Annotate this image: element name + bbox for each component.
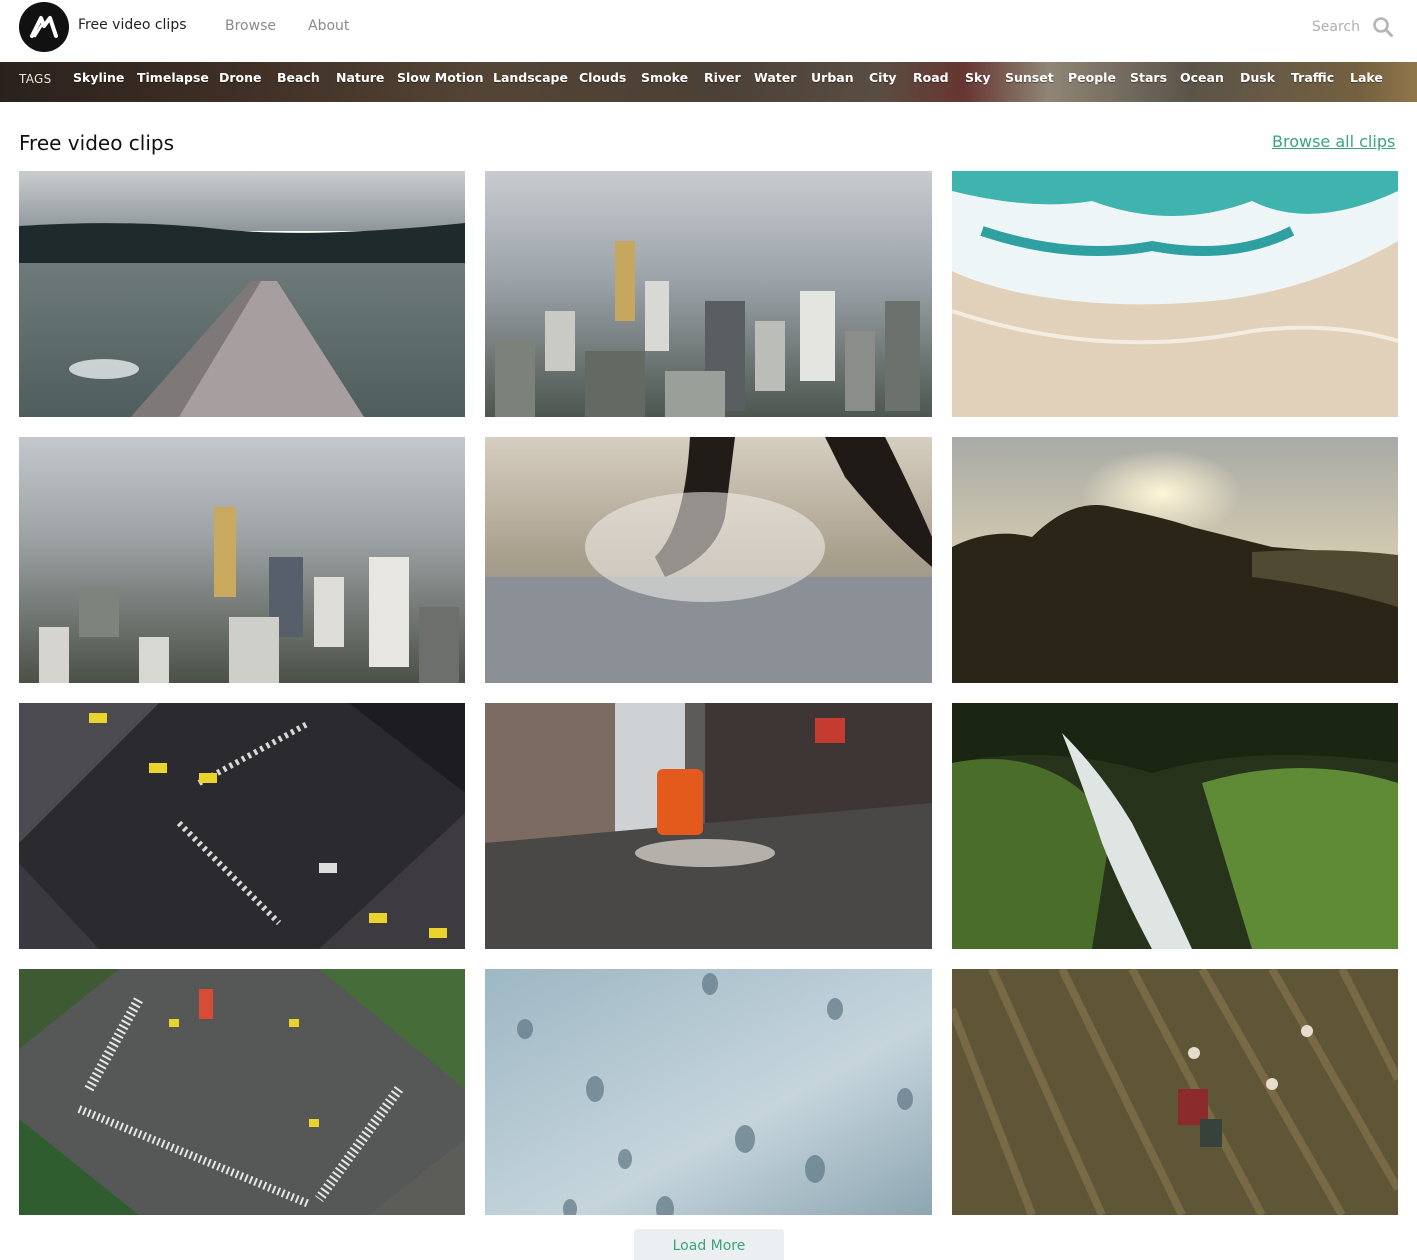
browse-all-clips-link[interactable]: Browse all clips	[1272, 132, 1395, 151]
tag-link[interactable]: Urban	[811, 70, 854, 85]
brand-name[interactable]: Free video clips	[78, 17, 187, 33]
load-more-button[interactable]: Load More	[634, 1229, 784, 1260]
search-input[interactable]	[1240, 14, 1360, 40]
tag-link[interactable]: Landscape	[493, 70, 568, 85]
tag-link[interactable]: River	[704, 70, 741, 85]
tag-link[interactable]: Skyline	[73, 70, 124, 85]
page-title: Free video clips	[19, 131, 175, 155]
tag-link[interactable]: City	[869, 70, 897, 85]
video-clip-thumbnail[interactable]	[952, 703, 1398, 949]
tag-link[interactable]: Slow Motion	[397, 70, 484, 85]
tag-link[interactable]: Sky	[965, 70, 990, 85]
video-clip-thumbnail[interactable]	[19, 969, 465, 1215]
tag-link[interactable]: Dusk	[1240, 70, 1275, 85]
header: Free video clips Browse About	[0, 0, 1417, 62]
tag-link[interactable]: Sunset	[1005, 70, 1054, 85]
video-clip-thumbnail[interactable]	[19, 171, 465, 417]
tag-link[interactable]: People	[1068, 70, 1116, 85]
tag-link[interactable]: Drone	[219, 70, 262, 85]
tag-link[interactable]: Smoke	[641, 70, 688, 85]
search-icon[interactable]	[1372, 16, 1394, 38]
tag-link[interactable]: Ocean	[1180, 70, 1224, 85]
video-clip-thumbnail[interactable]	[952, 969, 1398, 1215]
video-clip-thumbnail[interactable]	[952, 437, 1398, 683]
video-clip-thumbnail[interactable]	[19, 703, 465, 949]
tag-link[interactable]: Traffic	[1291, 70, 1334, 85]
video-clip-thumbnail[interactable]	[485, 969, 932, 1215]
tag-link[interactable]: Road	[913, 70, 949, 85]
video-clip-thumbnail[interactable]	[485, 703, 932, 949]
tag-link[interactable]: Clouds	[579, 70, 626, 85]
tags-label: TAGS	[19, 72, 52, 86]
video-clip-thumbnail[interactable]	[19, 437, 465, 683]
nav-browse-link[interactable]: Browse	[225, 18, 276, 34]
m-logo-icon[interactable]	[19, 2, 69, 52]
tag-link[interactable]: Stars	[1130, 70, 1167, 85]
tag-link[interactable]: Water	[754, 70, 796, 85]
clip-grid	[19, 171, 1398, 1215]
video-clip-thumbnail[interactable]	[485, 437, 932, 683]
nav-about-link[interactable]: About	[308, 18, 349, 34]
tag-link[interactable]: Beach	[277, 70, 320, 85]
video-clip-thumbnail[interactable]	[485, 171, 932, 417]
video-clip-thumbnail[interactable]	[952, 171, 1398, 417]
tag-link[interactable]: Nature	[336, 70, 384, 85]
tag-link[interactable]: Timelapse	[137, 70, 209, 85]
tag-bar: TAGS Skyline Timelapse Drone Beach Natur…	[0, 62, 1417, 102]
tag-link[interactable]: Lake	[1350, 70, 1383, 85]
